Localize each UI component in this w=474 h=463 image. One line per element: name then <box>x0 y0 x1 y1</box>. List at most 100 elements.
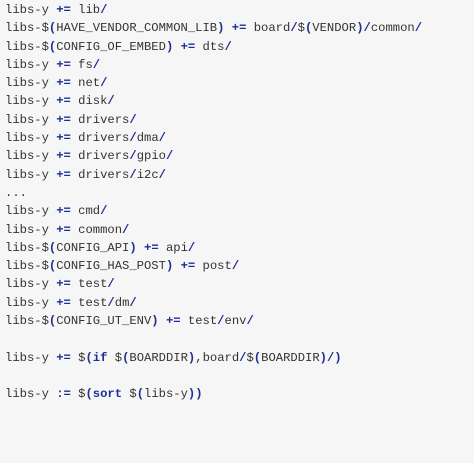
code-token: / <box>187 240 196 255</box>
code-token: libs-y <box>5 167 57 182</box>
code-token: ) <box>151 314 159 329</box>
code-token: += <box>56 167 71 182</box>
code-token: += <box>56 131 71 146</box>
code-token: CONFIG_HAS_POST <box>56 259 166 274</box>
code-token: / <box>100 204 108 219</box>
code-token: drivers <box>70 167 130 182</box>
code-token: / <box>231 259 240 274</box>
code-token: / <box>107 295 115 310</box>
code-token: += <box>56 350 71 365</box>
code-line: libs-y += drivers/dma/ <box>5 129 474 147</box>
code-token: += <box>56 204 71 219</box>
code-token: libs-$ <box>5 240 49 255</box>
code-token: libs-$ <box>5 314 49 329</box>
code-line: libs-$(CONFIG_API) += api/ <box>5 239 474 257</box>
code-token: $ <box>297 21 305 36</box>
code-token: drivers <box>70 149 130 164</box>
code-token: drivers <box>70 112 130 127</box>
code-token: libs-y <box>5 57 57 72</box>
code-token: libs-y <box>5 3 57 17</box>
code-token: ( <box>136 387 145 402</box>
code-token: BOARDDIR <box>129 350 188 365</box>
code-token: libs-y <box>5 112 57 127</box>
code-view[interactable]: libs-y += lib/libs-$(HAVE_VENDOR_COMMON_… <box>0 0 474 463</box>
code-token: libs-y <box>144 387 188 402</box>
code-token: / <box>165 149 174 164</box>
code-line: libs-$(HAVE_VENDOR_COMMON_LIB) += board/… <box>5 19 474 37</box>
code-token: net <box>70 76 101 91</box>
code-token: / <box>122 222 130 237</box>
code-line: libs-y += cmd/ <box>5 202 474 220</box>
code-token: (if <box>85 350 108 365</box>
code-token: / <box>158 131 166 146</box>
code-token: common <box>70 222 123 237</box>
code-token: fs <box>70 57 93 72</box>
code-token: += <box>180 259 196 274</box>
code-token: CONFIG_UT_ENV <box>56 314 152 329</box>
code-token: common <box>370 21 415 36</box>
code-token: / <box>92 57 101 72</box>
code-token: dm <box>114 295 130 310</box>
code-token: libs-$ <box>5 21 49 36</box>
code-token: ... <box>5 185 27 200</box>
code-token: / <box>107 94 115 109</box>
code-token: / <box>107 277 115 292</box>
code-token: $ <box>107 350 123 365</box>
code-token: drivers <box>70 131 130 146</box>
code-token: += <box>144 240 159 255</box>
code-token: lib <box>70 3 101 17</box>
code-token: $ <box>122 387 137 402</box>
code-token: / <box>100 3 108 17</box>
code-token: i2c <box>136 167 159 182</box>
code-token: cmd <box>70 204 101 219</box>
code-token: / <box>158 167 166 182</box>
code-token: board <box>246 21 291 36</box>
code-token: libs-y <box>5 94 57 109</box>
code-token: gpio <box>136 149 166 164</box>
code-token: libs-y <box>5 76 57 91</box>
code-token: / <box>129 131 137 146</box>
code-token: CONFIG_OF_EMBED <box>56 39 166 54</box>
code-token: += <box>56 94 71 109</box>
code-token: $ <box>70 387 86 402</box>
code-token: libs-$ <box>5 259 49 274</box>
code-token: (sort <box>85 387 123 402</box>
code-token: / <box>129 167 137 182</box>
code-token: VENDOR <box>312 21 357 36</box>
code-token: / <box>129 295 137 310</box>
code-token: / <box>129 149 137 164</box>
code-token: libs-y <box>5 387 57 402</box>
code-token: libs-y <box>5 131 57 146</box>
code-token: ) <box>356 21 364 36</box>
code-line: libs-$(CONFIG_HAS_POST) += post/ <box>5 257 474 275</box>
code-line: libs-y += common/ <box>5 221 474 239</box>
code-token: HAVE_VENDOR_COMMON_LIB <box>56 21 218 36</box>
code-line: libs-y += fs/ <box>5 56 474 74</box>
code-token: += <box>56 112 71 127</box>
code-line: libs-$(CONFIG_UT_ENV) += test/env/ <box>5 312 474 330</box>
code-token: post <box>195 259 232 274</box>
code-line: libs-y += drivers/i2c/ <box>5 166 474 184</box>
code-token: test <box>70 277 108 292</box>
code-ellipsis: ... <box>5 184 474 202</box>
code-token: libs-y <box>5 222 57 237</box>
code-token: += <box>56 149 71 164</box>
code-token: libs-y <box>5 149 57 164</box>
code-token: / <box>246 314 254 329</box>
code-token: ,board <box>195 350 240 365</box>
code-token: / <box>414 21 423 36</box>
code-token: libs-y <box>5 350 57 365</box>
code-token: test <box>180 314 218 329</box>
code-token: / <box>100 76 108 91</box>
code-line: libs-y += lib/ <box>5 1 474 19</box>
code-token: += <box>165 314 181 329</box>
code-token: / <box>363 21 371 36</box>
code-token: / <box>217 314 225 329</box>
code-token: )) <box>187 387 203 402</box>
code-line: libs-y += test/ <box>5 275 474 293</box>
